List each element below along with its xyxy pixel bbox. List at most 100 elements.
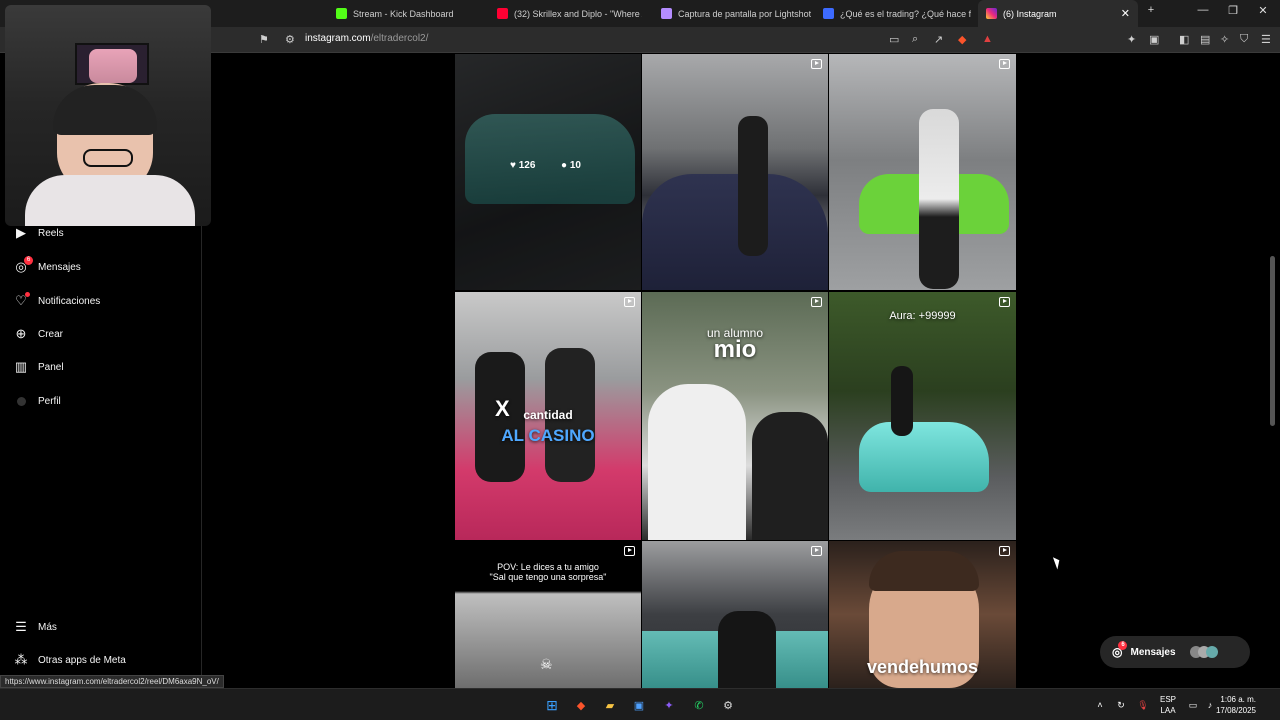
person-shirt <box>25 175 195 226</box>
tab-instagram[interactable]: (6) Instagram ✕ <box>978 0 1138 27</box>
sync-icon[interactable]: ↻ <box>1111 695 1131 715</box>
profile-posts-grid: ♥ 126 ● 10 X cantidad AL CASINO un alumn… <box>455 54 1016 688</box>
language-indicator[interactable]: ESP LAA <box>1160 694 1176 716</box>
tab-lightshot-label: Captura de pantalla por Lightshot <box>678 8 811 19</box>
site-settings-icon[interactable]: ⚙ <box>285 33 295 46</box>
post-caption-bottom: mio <box>713 336 757 363</box>
cast-icon[interactable]: ▭ <box>889 33 899 46</box>
close-tab-icon[interactable]: ✕ <box>1121 7 1130 20</box>
tab-youtube[interactable]: (32) Skrillex and Diplo - "Where Are <box>497 0 642 27</box>
person-figure <box>718 611 776 688</box>
store-icon[interactable]: ▣ <box>629 695 649 715</box>
reel-icon <box>999 59 1010 69</box>
menu-icon: ☰ <box>15 619 27 634</box>
sidebar-item-label: Reels <box>38 227 64 239</box>
tray-chevron-icon[interactable]: ˄ <box>1090 695 1110 715</box>
steam-icon[interactable]: ⚙ <box>718 695 738 715</box>
menu-icon[interactable]: ☰ <box>1261 33 1271 46</box>
hover-overlay <box>455 54 641 290</box>
share-icon[interactable]: ↗ <box>934 33 943 46</box>
sidebar-item-label: Otras apps de Meta <box>38 654 126 666</box>
messenger-icon: ◎ 6 <box>1112 641 1128 659</box>
sidebar-item-notifications[interactable]: ♡ Notificaciones <box>14 292 100 308</box>
person-figure <box>752 412 828 540</box>
new-tab-button[interactable]: + <box>1136 4 1166 16</box>
sidebar-item-label: Perfil <box>38 395 61 407</box>
chart-icon: ▥ <box>14 359 28 374</box>
sidebar-toggle-icon[interactable]: ◧ <box>1179 33 1189 46</box>
messages-label: Mensajes <box>1130 646 1176 658</box>
wallet-icon[interactable]: ▤ <box>1200 33 1210 46</box>
car-cover <box>642 174 828 290</box>
status-url: https://www.instagram.com/eltradercol2/r… <box>0 675 224 688</box>
sidebar-item-messages[interactable]: ◎ 6 Mensajes <box>14 256 81 274</box>
post-tile[interactable]: Aura: +99999 <box>829 292 1016 540</box>
whatsapp-icon[interactable]: ✆ <box>689 695 709 715</box>
avatar-icon <box>14 394 28 408</box>
maximize-button[interactable]: ❐ <box>1218 4 1248 17</box>
tab-search-icon[interactable]: ▣ <box>1149 33 1159 46</box>
leo-ai-icon[interactable]: ✧ <box>1220 33 1229 46</box>
glasses <box>83 149 133 167</box>
sidebar-item-label: Mensajes <box>38 261 81 273</box>
brave-browser-icon[interactable]: ◆ <box>571 695 591 715</box>
person-cap <box>53 85 157 135</box>
post-tile[interactable]: ♥ 126 ● 10 <box>455 54 641 290</box>
file-explorer-icon[interactable]: ▰ <box>600 695 620 715</box>
game-icon[interactable]: ✦ <box>659 695 679 715</box>
mouse-cursor <box>1052 555 1063 570</box>
reel-icon <box>999 297 1010 307</box>
article-icon <box>823 8 834 19</box>
page-scrollbar[interactable] <box>1270 256 1275 426</box>
post-caption-top: Aura: +99999 <box>889 310 956 322</box>
post-caption-bottom: AL CASINO <box>501 426 595 445</box>
clock-date: 17/08/2025 <box>1215 706 1256 715</box>
comments-value: 10 <box>569 160 581 171</box>
messages-floating-button[interactable]: ◎ 6 Mensajes <box>1100 636 1250 668</box>
reel-icon <box>811 297 822 307</box>
post-tile[interactable] <box>642 54 828 290</box>
messages-badge: 6 <box>1118 641 1128 650</box>
sidebar-item-meta-apps[interactable]: ⁂ Otras apps de Meta <box>14 652 126 667</box>
post-tile[interactable]: vendehumos <box>829 541 1016 688</box>
plus-square-icon: ⊕ <box>15 326 27 341</box>
microphone-icon[interactable]: 🎙 <box>1133 695 1153 715</box>
start-icon[interactable]: ⊞ <box>542 695 562 715</box>
brave-rewards-icon[interactable]: ▲ <box>982 33 993 45</box>
post-tile[interactable]: POV: Le dices a tu amigo "Sal que tengo … <box>455 541 641 688</box>
sidebar-item-profile[interactable]: Perfil <box>14 394 61 408</box>
post-tile[interactable] <box>642 541 828 688</box>
sidebar-item-label: Crear <box>38 328 64 340</box>
extensions-icon[interactable]: ✦ <box>1127 33 1136 46</box>
person-hair <box>869 551 979 591</box>
reel-icon <box>624 297 635 307</box>
sidebar-item-more[interactable]: ☰ Más <box>14 619 57 634</box>
zoom-icon[interactable]: ⌕ <box>912 33 918 46</box>
post-caption-bottom: "Sal que tengo una sorpresa" <box>489 572 607 582</box>
person-figure <box>891 366 913 436</box>
post-tile[interactable]: X cantidad AL CASINO <box>455 292 641 540</box>
vpn-icon[interactable]: ⛉ <box>1240 33 1248 46</box>
tab-trading-label: ¿Qué es el trading? ¿Qué hace falta p <box>840 8 971 19</box>
post-tile[interactable]: un alumno mio <box>642 292 828 540</box>
comment-icon: ● <box>561 160 568 171</box>
close-window-button[interactable]: ✕ <box>1248 4 1278 17</box>
post-tile[interactable] <box>829 54 1016 290</box>
reels-icon: ▶ <box>16 225 26 240</box>
tab-kick[interactable]: Stream - Kick Dashboard <box>336 0 486 27</box>
meta-apps-icon: ⁂ <box>14 652 28 667</box>
tab-trading[interactable]: ¿Qué es el trading? ¿Qué hace falta p <box>823 0 971 27</box>
url-field[interactable]: instagram.com/eltradercol2/ <box>305 33 428 44</box>
sidebar-item-reels[interactable]: ▶ Reels <box>14 225 64 240</box>
heart-icon: ♡ <box>14 292 30 308</box>
minimize-button[interactable]: — <box>1188 4 1218 16</box>
sidebar-item-panel[interactable]: ▥ Panel <box>14 359 64 374</box>
tab-lightshot[interactable]: Captura de pantalla por Lightshot <box>661 0 811 27</box>
bookmark-icon[interactable]: ⚑ <box>259 33 269 46</box>
brave-shields-icon[interactable]: ◆ <box>958 33 966 46</box>
webcam-overlay <box>5 5 211 226</box>
sidebar-item-create[interactable]: ⊕ Crear <box>14 326 64 341</box>
url-host: instagram.com <box>305 33 371 44</box>
clock[interactable]: 1:06 a. m. 17/08/2025 <box>1216 694 1256 716</box>
reel-icon <box>624 546 635 556</box>
